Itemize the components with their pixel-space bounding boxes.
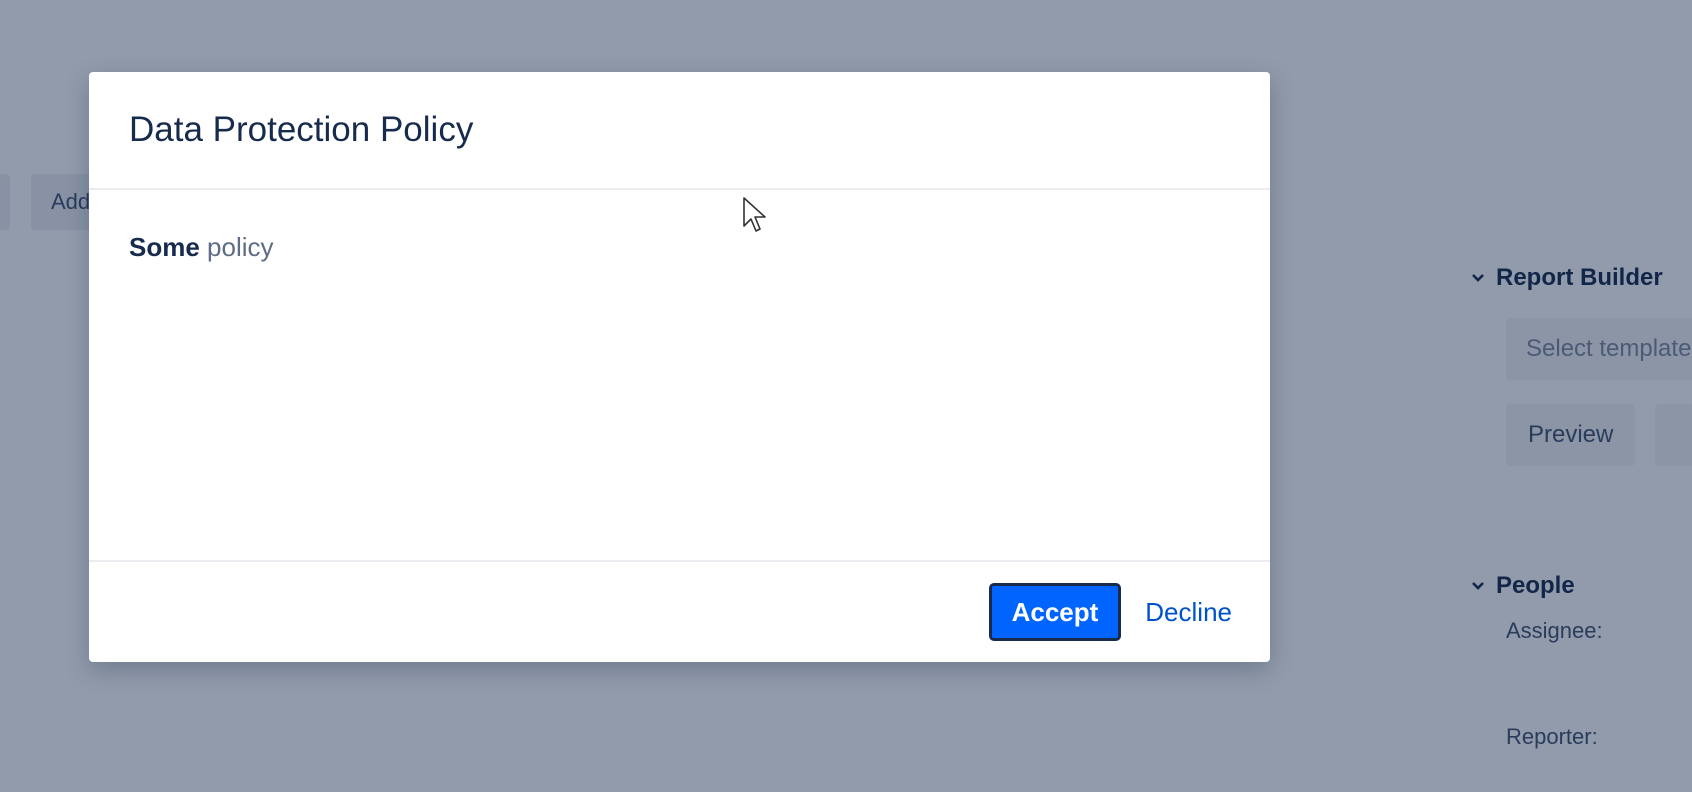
modal-header: Data Protection Policy [89, 72, 1270, 190]
mouse-pointer-icon [743, 197, 766, 232]
modal-title: Data Protection Policy [129, 110, 474, 149]
modal-body: Some policy [89, 190, 1270, 560]
app-page: Add Report Builder Select template Previ… [0, 0, 1692, 792]
data-protection-modal: Data Protection Policy Some policy Accep… [89, 72, 1270, 662]
decline-button[interactable]: Decline [1141, 583, 1236, 641]
modal-footer: Accept Decline [89, 560, 1270, 662]
accept-button[interactable]: Accept [988, 583, 1122, 641]
policy-text: policy [199, 232, 274, 262]
policy-text-bold: Some [129, 232, 200, 262]
